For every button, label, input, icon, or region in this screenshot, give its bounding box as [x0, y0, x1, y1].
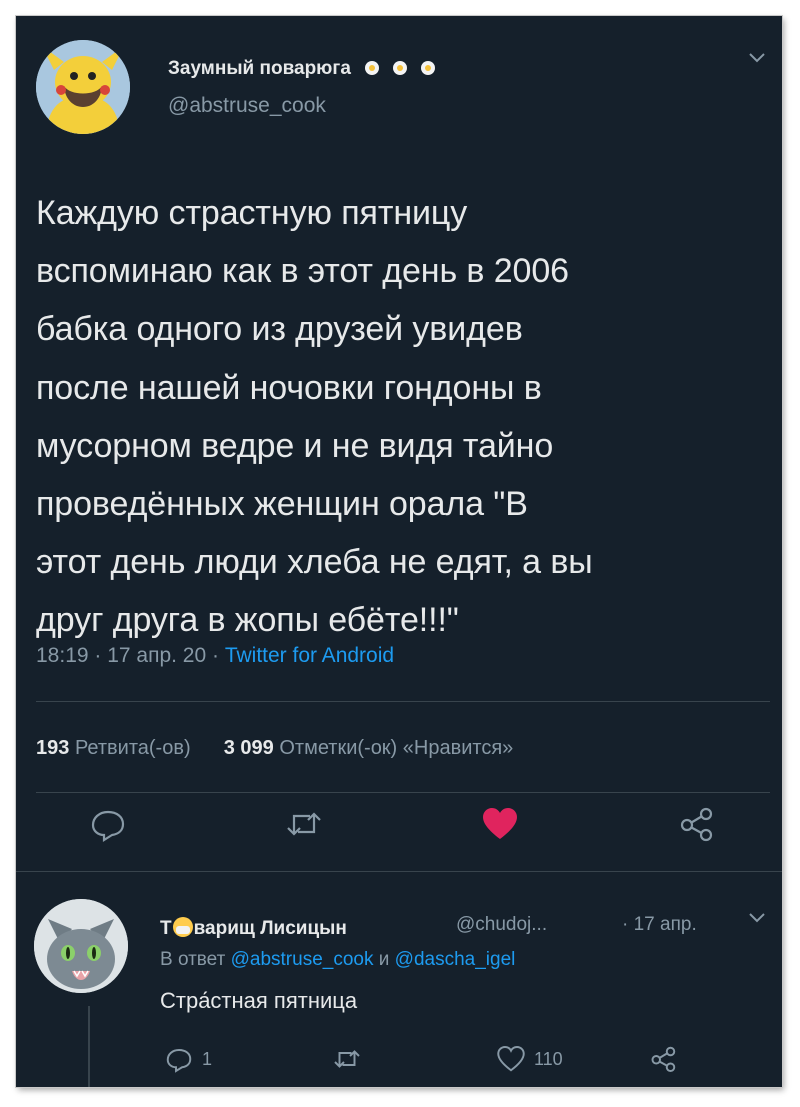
reply-reply-count: 1 — [202, 1048, 213, 1069]
likes-label[interactable]: Отметки(-ок) «Нравится» — [279, 737, 513, 759]
mask-emoji-icon — [172, 917, 193, 937]
reply-to-user-link[interactable]: @dascha_igel — [395, 949, 516, 970]
reply-icon — [166, 1049, 192, 1073]
retweet-icon — [287, 812, 321, 836]
author-handle[interactable]: @abstruse_cook — [168, 94, 326, 118]
pikachu-avatar-icon — [36, 40, 130, 134]
reply-to-line: В ответ @abstruse_cook и @dascha_igel — [160, 949, 515, 971]
share-icon — [651, 1046, 676, 1072]
reply-to-user-link[interactable]: @abstruse_cook — [231, 949, 374, 970]
reply-like-count: 110 — [534, 1048, 563, 1069]
reply-author-name-suffix: варищ Лисицын — [193, 918, 347, 939]
tweet-time: 18:19 · 17 апр. 20 · — [36, 644, 225, 667]
like-button[interactable] — [480, 804, 520, 844]
reply-share-button[interactable] — [648, 1044, 678, 1074]
reply-author-avatar[interactable] — [34, 899, 128, 993]
reply-button[interactable] — [88, 804, 128, 844]
retweets-label[interactable]: Ретвита(-ов) — [75, 737, 191, 759]
egg-emoji-icon — [364, 61, 379, 75]
tweet-text: Каждую страстную пятницу вспоминаю как в… — [36, 194, 593, 640]
cat-avatar-icon — [34, 899, 128, 993]
heart-outline-icon — [497, 1046, 525, 1072]
tweet-stats: 193 Ретвита(-ов) 3 099 Отметки(-ок) «Нра… — [36, 737, 513, 760]
reply-author-name[interactable]: Тварищ Лисицын — [160, 914, 347, 940]
retweets-count[interactable]: 193 — [36, 737, 69, 759]
reply-text: Стра́стная пятница — [160, 988, 358, 1013]
share-icon — [680, 807, 713, 842]
retweet-icon — [334, 1050, 360, 1068]
reply-to-prefix: В ответ — [160, 949, 231, 970]
author-avatar[interactable] — [36, 40, 130, 134]
retweet-button[interactable] — [284, 804, 324, 844]
egg-emoji-icon — [392, 61, 407, 75]
divider — [16, 871, 782, 872]
egg-emoji-icon — [420, 61, 435, 75]
likes-count[interactable]: 3 099 — [224, 737, 274, 759]
tweet-source-link[interactable]: Twitter for Android — [225, 644, 394, 667]
reply-date: · 17 апр. — [622, 914, 697, 935]
tweet-screenshot: Заумный поварюга @abstruse_cook Каждую с… — [16, 16, 782, 1087]
reply-icon — [91, 810, 125, 842]
divider — [36, 701, 770, 702]
thread-line — [88, 1006, 90, 1087]
tweet-meta: 18:19 · 17 апр. 20 · Twitter for Android — [36, 644, 394, 668]
heart-icon — [483, 808, 517, 839]
reply-to-and: и — [373, 949, 395, 970]
reply-reply-button[interactable]: 1 — [164, 1044, 212, 1074]
chevron-down-icon[interactable] — [748, 52, 766, 64]
reply-author-handle[interactable]: @chudoj... — [456, 914, 547, 936]
reply-retweet-button[interactable] — [332, 1044, 362, 1074]
divider — [36, 792, 770, 793]
author-name[interactable]: Заумный поварюга — [168, 58, 351, 79]
reply-author-name-prefix: Т — [160, 918, 172, 939]
reply-like-button[interactable]: 110 — [496, 1044, 563, 1074]
share-button[interactable] — [676, 804, 716, 844]
chevron-down-icon[interactable] — [748, 912, 766, 924]
author-name-row[interactable]: Заумный поварюга — [168, 58, 435, 80]
